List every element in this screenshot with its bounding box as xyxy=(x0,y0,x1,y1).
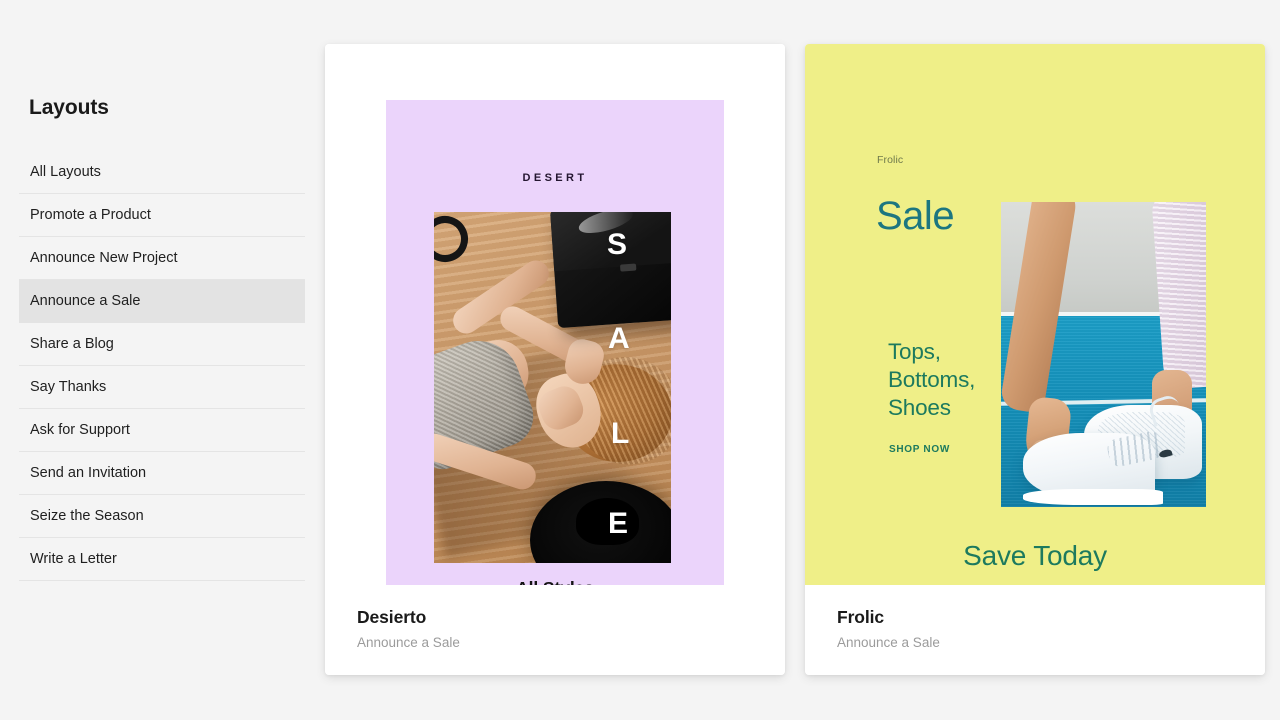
layout-card-frolic[interactable]: Frolic Sale Tops, Bottoms, Shoes SHOP NO… xyxy=(805,44,1265,675)
sidebar-item-label: Announce a Sale xyxy=(30,293,141,309)
page-title: Layouts xyxy=(29,96,109,119)
layout-preview-frolic[interactable]: Frolic Sale Tops, Bottoms, Shoes SHOP NO… xyxy=(805,44,1265,585)
sidebar-item-announce-new-project[interactable]: Announce New Project xyxy=(19,237,305,280)
sidebar-item-write-a-letter[interactable]: Write a Letter xyxy=(19,538,305,581)
sidebar-item-label: Write a Letter xyxy=(30,551,117,567)
sidebar-item-say-thanks[interactable]: Say Thanks xyxy=(19,366,305,409)
desierto-template-canvas: DESERT S A L E xyxy=(386,100,724,585)
tennis-court-photo xyxy=(1001,202,1206,507)
sidebar-item-share-a-blog[interactable]: Share a Blog xyxy=(19,323,305,366)
hat-crown xyxy=(575,497,640,545)
template-brand-label: DESERT xyxy=(522,172,588,184)
template-categories: Tops, Bottoms, Shoes xyxy=(888,339,976,420)
sidebar-item-promote-a-product[interactable]: Promote a Product xyxy=(19,194,305,237)
bag-buckle xyxy=(619,263,637,272)
sidebar-item-all-layouts[interactable]: All Layouts xyxy=(19,151,305,194)
sidebar-item-label: Seize the Season xyxy=(30,508,144,524)
sidebar-item-send-an-invitation[interactable]: Send an Invitation xyxy=(19,452,305,495)
card-footer-frolic: Frolic Announce a Sale xyxy=(805,585,1265,675)
template-footer-headline: Save Today xyxy=(963,540,1107,571)
frolic-template-canvas: Frolic Sale Tops, Bottoms, Shoes SHOP NO… xyxy=(805,44,1265,585)
card-category: Announce a Sale xyxy=(357,635,460,650)
template-brand-label: Frolic xyxy=(877,154,904,166)
layouts-sidebar: Layouts All Layouts Promote a Product An… xyxy=(0,0,320,720)
sidebar-item-label: Promote a Product xyxy=(30,207,151,223)
card-category: Announce a Sale xyxy=(837,635,940,650)
sneaker-sole xyxy=(1023,489,1163,505)
card-title: Desierto xyxy=(357,607,427,627)
layout-category-list: All Layouts Promote a Product Announce N… xyxy=(19,151,305,581)
sidebar-item-label: Announce New Project xyxy=(30,250,178,266)
sidebar-item-label: Send an Invitation xyxy=(30,465,147,481)
layout-card-desierto[interactable]: DESERT S A L E Desierto Announce a Sale xyxy=(325,44,785,675)
sidebar-item-label: Ask for Support xyxy=(30,422,130,438)
card-footer-desierto: Desierto Announce a Sale xyxy=(325,585,785,675)
desert-photo: S A L E xyxy=(434,212,671,563)
layout-preview-desierto[interactable]: DESERT S A L E xyxy=(325,44,785,585)
sidebar-item-label: Share a Blog xyxy=(30,336,114,352)
shop-now-link[interactable]: SHOP NOW xyxy=(889,444,950,455)
card-title: Frolic xyxy=(837,607,885,627)
black-bag xyxy=(550,212,671,329)
template-headline: All Styles xyxy=(386,578,724,585)
sidebar-item-announce-a-sale[interactable]: Announce a Sale xyxy=(19,280,305,323)
sidebar-item-seize-the-season[interactable]: Seize the Season xyxy=(19,495,305,538)
sidebar-item-label: Say Thanks xyxy=(30,379,107,395)
template-headline: Sale xyxy=(876,194,955,238)
sidebar-item-ask-for-support[interactable]: Ask for Support xyxy=(19,409,305,452)
sidebar-item-label: All Layouts xyxy=(30,164,101,180)
app-root: Layouts All Layouts Promote a Product An… xyxy=(0,0,1280,720)
